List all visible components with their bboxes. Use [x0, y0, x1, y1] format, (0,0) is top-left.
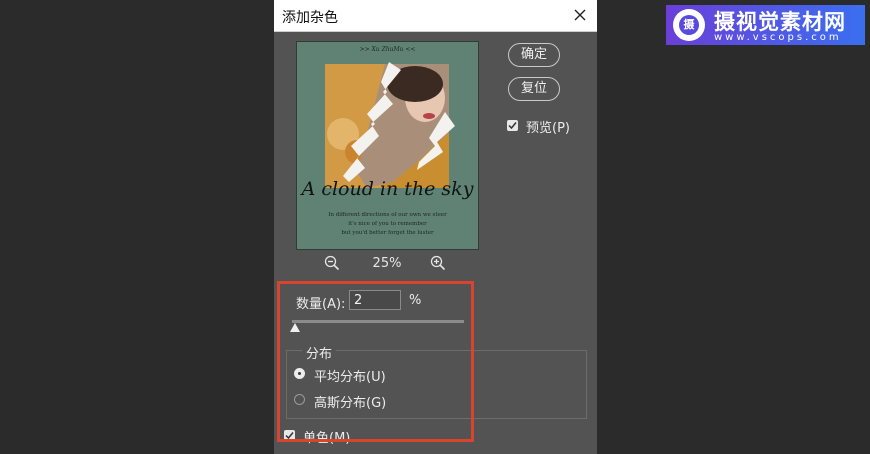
- close-icon: [574, 9, 586, 21]
- amount-input[interactable]: 2: [349, 290, 401, 310]
- dialog-title: 添加杂色: [282, 10, 338, 26]
- poster-body-line: but you'd better forget the luster: [341, 230, 434, 236]
- poster-header: >> Xu ZhuMu <<: [359, 46, 416, 53]
- uniform-radio[interactable]: [294, 368, 305, 379]
- zoom-out-button[interactable]: [324, 255, 340, 275]
- zoom-in-button[interactable]: [430, 255, 446, 275]
- checkmark-icon: [508, 122, 517, 130]
- amount-slider-track[interactable]: [292, 320, 464, 323]
- logo-url: www.vscops.com: [714, 32, 842, 43]
- logo-mark-icon: 摄: [673, 9, 705, 41]
- uniform-label: 平均分布(U): [314, 370, 386, 385]
- gaussian-label: 高斯分布(G): [314, 396, 387, 411]
- close-button[interactable]: [569, 4, 591, 26]
- add-noise-dialog: 添加杂色 >> Xu ZhuMu << A cloud in the sky I…: [274, 0, 597, 454]
- amount-label: 数量(A):: [296, 297, 346, 312]
- zoom-controls: 25%: [296, 254, 477, 274]
- reset-button[interactable]: 复位: [508, 77, 560, 101]
- watermark-logo: 摄 摄视觉素材网 www.vscops.com: [666, 5, 865, 45]
- zoom-level: 25%: [372, 256, 402, 271]
- zoom-in-icon: [430, 255, 446, 271]
- monochromatic-checkbox[interactable]: [284, 430, 295, 441]
- logo-mark-char: 摄: [679, 15, 699, 35]
- preview-label: 预览(P): [526, 121, 570, 136]
- poster-headline: A cloud in the sky: [301, 178, 474, 200]
- monochromatic-label: 单色(M): [303, 431, 351, 446]
- checkmark-icon: [285, 432, 294, 440]
- amount-unit: %: [409, 293, 422, 308]
- amount-slider-thumb[interactable]: [290, 323, 301, 332]
- preview-checkbox[interactable]: [507, 120, 518, 131]
- ok-button[interactable]: 确定: [508, 43, 560, 67]
- zoom-out-icon: [324, 255, 340, 271]
- gaussian-radio[interactable]: [294, 394, 305, 405]
- preview-image[interactable]: >> Xu ZhuMu << A cloud in the sky In dif…: [296, 41, 479, 250]
- poster-body-line: it's nice of you to remember: [348, 221, 427, 227]
- distribution-group-title: 分布: [302, 343, 337, 362]
- title-bar: 添加杂色: [274, 0, 597, 32]
- poster-body-line: In different directions of our own we st…: [328, 212, 447, 218]
